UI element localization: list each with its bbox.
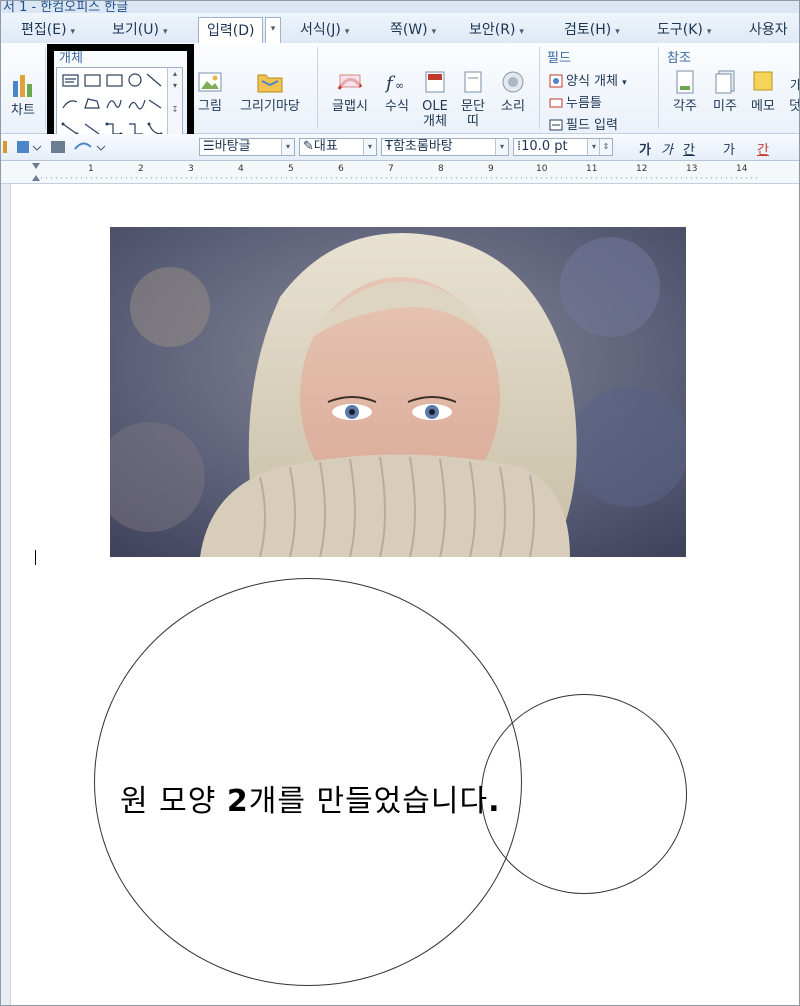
menu-dropdown-arrow-icon: ▾ (706, 27, 712, 37)
equation-icon: f ∞ (384, 73, 404, 94)
ruler-tick: 2 (138, 164, 144, 174)
menu-dropdown-arrow-icon: ▾ (162, 27, 168, 37)
menu-page[interactable]: 쪽(W) ▾ (390, 19, 436, 39)
text-cursor (35, 550, 36, 565)
ruler-tick: 8 (438, 164, 444, 174)
hwp-window: 서 1 - 한컴오피스 한글 편집(E) ▾ 보기(U) ▾ 입력(D) ▾ 서식(… (0, 0, 800, 1006)
endnote-icon (715, 70, 735, 94)
menu-security[interactable]: 보안(R) ▾ (469, 19, 524, 39)
font-combo[interactable]: Ŧ함초롬바탕 ▾ (381, 138, 509, 156)
small-circle-shape[interactable] (481, 694, 687, 894)
field-group-label: 필드 (547, 51, 571, 66)
menu-input[interactable]: 입력(D) (198, 17, 264, 43)
menu-format[interactable]: 서식(J) ▾ (300, 19, 349, 39)
save-icon (17, 141, 29, 153)
undo-icon (74, 142, 92, 150)
field-input-icon (549, 119, 563, 131)
ruler-tick: 7 (388, 164, 394, 174)
glyph-art-icon (337, 74, 363, 90)
click-here-field-button[interactable]: 누름틀 (549, 92, 602, 111)
glyph-art-button[interactable]: 글맵시 (327, 69, 373, 114)
woman-portrait-image (110, 227, 686, 557)
underline-button[interactable]: 간 (683, 139, 695, 158)
menu-dropdown-arrow-icon: ▾ (431, 27, 437, 37)
ruler-tick: 3 (188, 164, 194, 174)
vertical-ruler (1, 184, 11, 1005)
ruler-tick: 14 (736, 164, 748, 174)
style-combo[interactable]: ☰바탕글 ▾ (199, 138, 295, 156)
ole-object-button[interactable]: OLE 개체 (419, 69, 451, 129)
ruler-tick: 9 (488, 164, 494, 174)
footnote-icon (676, 70, 694, 94)
ribbon-separator (658, 47, 659, 129)
chart-icon (13, 75, 32, 97)
menu-dropdown-arrow-icon: ▾ (615, 27, 620, 37)
menu-dropdown-arrow-icon: ▾ (70, 27, 76, 37)
menu-user[interactable]: 사용자 (749, 19, 788, 39)
menu-dropdown-arrow-icon: ▾ (519, 27, 524, 37)
document-body-text[interactable]: 원 모양 2개를 만들었습니다. (120, 776, 501, 820)
chart-button[interactable]: 차트 (5, 71, 41, 118)
folder-icon (257, 74, 283, 93)
picture-icon (198, 72, 222, 92)
menu-view[interactable]: 보기(U) ▾ (112, 19, 167, 39)
more-reference-button[interactable]: 가 덧 (785, 69, 800, 114)
font-size-combo[interactable]: ⁞10.0 pt ▾ ⇕ (513, 138, 613, 156)
ruler-tick: 1 (88, 164, 94, 174)
format-toolbar: ☰바탕글 ▾ ✎대표 ▾ Ŧ함초롬바탕 ▾ ⁞10.0 pt ▾ ⇕ 가 가 간 가 간 (1, 134, 799, 161)
form-object-icon (549, 74, 563, 88)
strikethrough-button[interactable]: 가 (723, 139, 735, 158)
equation-button[interactable]: f ∞ 수식 (381, 69, 413, 114)
memo-icon (753, 71, 773, 91)
print-icon (51, 141, 65, 153)
svg-text:∞: ∞ (395, 79, 404, 92)
ruler-tick: 13 (686, 164, 698, 174)
drawmaru-button[interactable]: 그리기마당 (231, 69, 309, 114)
ole-icon (425, 71, 445, 93)
menu-bar: 편집(E) ▾ 보기(U) ▾ 입력(D) ▾ 서식(J) ▾ 쪽(W) ▾ 보안(R)… (1, 13, 799, 44)
picture-button[interactable]: 그림 (195, 69, 225, 114)
paragraph-band-button[interactable]: 문단 띠 (457, 69, 489, 129)
ruler-ticks (32, 163, 761, 181)
italic-button[interactable]: 가 (661, 139, 673, 158)
footnote-button[interactable]: 각주 (667, 69, 703, 114)
paragraph-band-icon (464, 71, 482, 93)
horizontal-ruler[interactable]: 1 2 3 4 5 6 7 8 9 10 11 12 13 14 (1, 161, 799, 184)
form-object-button[interactable]: 양식 개체 ▾ (549, 70, 627, 89)
ribbon-separator (539, 47, 540, 129)
menu-tools[interactable]: 도구(K) ▾ (657, 19, 711, 39)
memo-button[interactable]: 메모 (745, 69, 781, 114)
menu-dropdown-arrow-icon: ▾ (344, 27, 350, 37)
quick-tools-icons (3, 141, 106, 153)
ruler-tick: 5 (288, 164, 294, 174)
reference-group-label: 참조 (667, 51, 691, 66)
ruler-tick: 10 (536, 164, 548, 174)
object-group-highlight (47, 44, 194, 144)
speaker-icon (502, 71, 524, 93)
ribbon-separator (45, 47, 46, 129)
ruler-tick: 6 (338, 164, 344, 174)
ribbon-separator (317, 47, 318, 129)
more-icon: 가 (790, 78, 800, 92)
svg-text:가: 가 (790, 78, 800, 92)
sound-button[interactable]: 소리 (495, 69, 531, 114)
inserted-photo[interactable] (110, 227, 686, 557)
menu-edit[interactable]: 편집(E) ▾ (21, 19, 75, 39)
menu-input-dropdown-arrow-icon[interactable]: ▾ (265, 17, 281, 43)
ruler-tick: 12 (636, 164, 648, 174)
ruler-tick: 4 (238, 164, 244, 174)
font-color-button[interactable]: 간 (757, 139, 769, 158)
language-combo[interactable]: ✎대표 ▾ (299, 138, 377, 156)
menu-review[interactable]: 검토(H) ▾ (564, 19, 620, 39)
click-here-icon (549, 98, 563, 108)
field-input-button[interactable]: 필드 입력 (549, 114, 618, 133)
title-bar: 서 1 - 한컴오피스 한글 (1, 1, 799, 13)
endnote-button[interactable]: 미주 (707, 69, 743, 114)
bold-button[interactable]: 가 (639, 139, 651, 158)
window-title: 서 1 - 한컴오피스 한글 (3, 1, 129, 13)
ruler-tick: 11 (586, 164, 598, 174)
